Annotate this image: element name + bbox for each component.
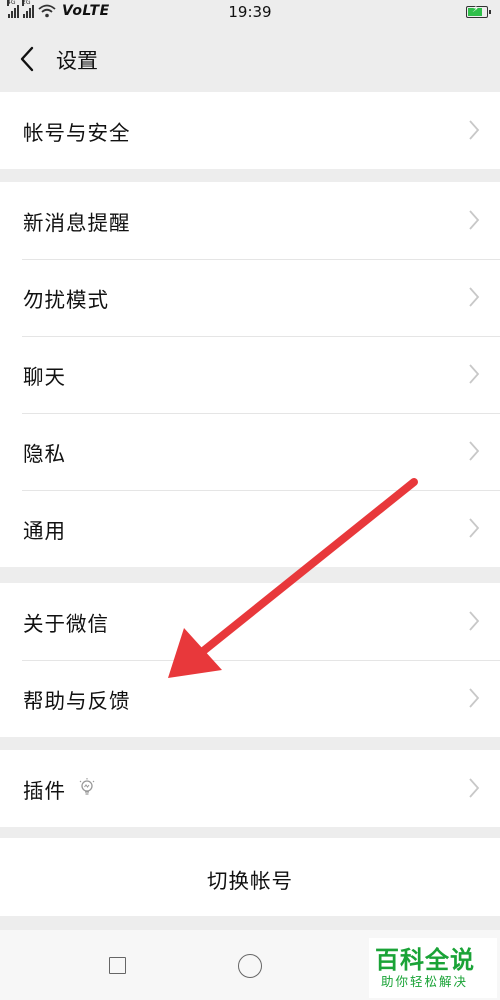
settings-item-label: 新消息提醒 — [23, 211, 131, 235]
status-time: 19:39 — [228, 3, 272, 21]
chevron-right-icon — [469, 210, 480, 230]
settings-item-plugins[interactable]: 插件 — [0, 750, 500, 827]
settings-item-about-wechat[interactable]: 关于微信 — [0, 583, 500, 660]
square-icon[interactable] — [109, 957, 126, 974]
chevron-right-icon — [469, 778, 480, 798]
switch-account-label: 切换帐号 — [207, 869, 293, 893]
settings-group-account: 帐号与安全 — [0, 92, 500, 169]
settings-group-plugins: 插件 — [0, 750, 500, 827]
settings-item-label: 插件 — [23, 779, 66, 803]
settings-item-do-not-disturb[interactable]: 勿扰模式 — [0, 259, 500, 336]
settings-item-new-message-alerts[interactable]: 新消息提醒 — [0, 182, 500, 259]
nav-bar: 设置 — [0, 26, 500, 92]
settings-item-chat[interactable]: 聊天 — [0, 336, 500, 413]
settings-item-general[interactable]: 通用 — [0, 490, 500, 567]
settings-item-help-feedback[interactable]: 帮助与反馈 — [0, 660, 500, 737]
status-bar: 4G 2G VoLTE 19:39 ⚡ — [0, 0, 500, 26]
chevron-right-icon — [469, 441, 480, 461]
circle-icon[interactable] — [238, 954, 262, 978]
switch-account-button[interactable]: 切换帐号 — [0, 838, 500, 916]
settings-item-label: 帮助与反馈 — [23, 689, 131, 713]
settings-group-about: 关于微信 帮助与反馈 — [0, 583, 500, 737]
chevron-left-icon — [20, 46, 34, 72]
settings-item-privacy[interactable]: 隐私 — [0, 413, 500, 490]
watermark-title: 百科全说 — [375, 946, 475, 974]
settings-item-label: 隐私 — [23, 442, 66, 466]
lightbulb-icon — [79, 778, 95, 795]
settings-item-label: 关于微信 — [23, 612, 109, 636]
settings-item-label: 聊天 — [23, 365, 66, 389]
charging-icon: ⚡ — [472, 4, 480, 15]
watermark-subtitle: 助你轻松解决 — [381, 974, 469, 989]
battery-icon: ⚡ — [466, 4, 491, 18]
settings-item-account-security[interactable]: 帐号与安全 — [0, 92, 500, 169]
page-title: 设置 — [56, 49, 98, 73]
settings-item-label: 勿扰模式 — [23, 288, 109, 312]
chevron-right-icon — [469, 364, 480, 384]
settings-item-label: 通用 — [23, 519, 66, 543]
chevron-right-icon — [469, 611, 480, 631]
chevron-right-icon — [469, 287, 480, 307]
settings-group-general: 新消息提醒 勿扰模式 聊天 隐私 通用 — [0, 182, 500, 567]
back-button[interactable] — [14, 42, 44, 76]
chevron-right-icon — [469, 688, 480, 708]
chevron-right-icon — [469, 518, 480, 538]
chevron-right-icon — [469, 120, 480, 140]
settings-item-label: 帐号与安全 — [23, 121, 131, 145]
watermark-logo: 百科全说 助你轻松解决 — [369, 938, 497, 998]
